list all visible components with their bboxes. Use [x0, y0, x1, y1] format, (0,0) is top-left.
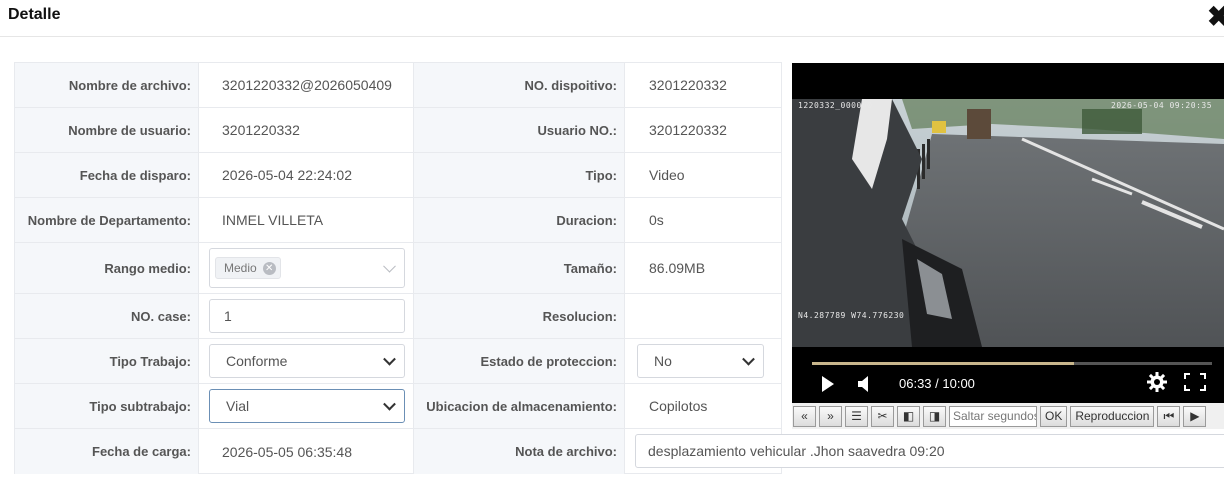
- video-player[interactable]: 1220332_000000 2026-05-04 09:20:35 N4.28…: [792, 63, 1224, 403]
- row-departamento: Nombre de Departamento: INMEL VILLETA Du…: [15, 198, 781, 243]
- rango-medio-select[interactable]: Medio ✕: [209, 248, 405, 288]
- first-button[interactable]: ⏮: [1157, 405, 1181, 427]
- value-nombre-archivo: 3201220332@2026050409: [198, 63, 414, 107]
- label-usuario-no: Usuario NO.:: [414, 108, 624, 152]
- label-resolucion: Resolucion:: [414, 294, 624, 338]
- label-nombre-usuario: Nombre de usuario:: [15, 108, 198, 152]
- tipo-subtrabajo-cell: Vial: [198, 384, 414, 428]
- tipo-subtrabajo-selected: Vial: [226, 398, 250, 414]
- remove-tag-icon[interactable]: ✕: [262, 261, 276, 275]
- rewind-button[interactable]: «: [793, 405, 816, 427]
- row-tipo-subtrabajo: Tipo subtrabajo: Vial Ubicacion de almac…: [15, 384, 781, 429]
- play-icon[interactable]: [822, 376, 834, 392]
- label-tipo: Tipo:: [414, 153, 624, 197]
- label-tamano: Tamaño:: [414, 243, 624, 293]
- row-rango-medio: Rango medio: Medio ✕ Tamaño: 86.09MB: [15, 243, 781, 294]
- time-display: 06:33 / 10:00: [899, 376, 975, 391]
- label-tipo-subtrabajo: Tipo subtrabajo:: [15, 384, 198, 428]
- label-departamento: Nombre de Departamento:: [15, 198, 198, 242]
- value-ubicacion: Copilotos: [624, 384, 781, 428]
- row-nombre-archivo: Nombre de archivo: 3201220332@2026050409…: [15, 63, 781, 108]
- no-case-input[interactable]: 1: [209, 299, 405, 333]
- no-case-cell: 1: [198, 294, 414, 338]
- value-duracion: 0s: [624, 198, 781, 242]
- value-tamano: 86.09MB: [624, 243, 781, 293]
- tipo-subtrabajo-select[interactable]: Vial: [209, 389, 405, 423]
- value-usuario-no: 3201220332: [624, 108, 781, 152]
- chevron-down-icon: [383, 352, 396, 366]
- value-nombre-usuario: 3201220332: [198, 108, 414, 152]
- row-no-case: NO. case: 1 Resolucion:: [15, 294, 781, 339]
- value-fecha-carga: 2026-05-05 06:35:48: [198, 429, 414, 474]
- player-controls: 06:33 / 10:00: [792, 347, 1224, 403]
- label-no-case: NO. case:: [15, 294, 198, 338]
- chevron-down-icon: [383, 259, 396, 273]
- label-tipo-trabajo: Tipo Trabajo:: [15, 339, 198, 383]
- estado-proteccion-select[interactable]: No: [637, 344, 764, 378]
- video-scene: [792, 99, 1224, 347]
- close-icon[interactable]: ✖: [1207, 2, 1224, 32]
- chevron-down-icon: [742, 352, 755, 366]
- label-estado-proteccion: Estado de proteccion:: [414, 339, 624, 383]
- rango-medio-cell: Medio ✕: [198, 243, 414, 293]
- seek-seconds-input[interactable]: Saltar segundos: [949, 405, 1037, 427]
- detail-form: Nombre de archivo: 3201220332@2026050409…: [14, 62, 782, 474]
- playback-button[interactable]: Reproduccion: [1070, 405, 1155, 427]
- rango-medio-tag-label: Medio: [224, 261, 257, 275]
- estado-proteccion-cell: No: [624, 339, 781, 383]
- estado-proteccion-selected: No: [654, 353, 672, 369]
- dialog-header: Detalle ✖: [0, 0, 1224, 37]
- label-fecha-carga: Fecha de carga:: [15, 429, 198, 474]
- row-nombre-usuario: Nombre de usuario: 3201220332 Usuario NO…: [15, 108, 781, 153]
- tipo-trabajo-select[interactable]: Conforme: [209, 344, 405, 378]
- osd-device: 1220332_000000: [798, 101, 873, 110]
- frame-forward-button[interactable]: ◨: [923, 405, 946, 427]
- osd-gps: N4.287789 W74.776230: [798, 311, 905, 320]
- label-rango-medio: Rango medio:: [15, 243, 198, 293]
- list-button[interactable]: ☰: [845, 405, 868, 427]
- nota-archivo-input[interactable]: desplazamiento vehicular .Jhon saavedra …: [635, 434, 1224, 468]
- label-fecha-disparo: Fecha de disparo:: [15, 153, 198, 197]
- value-tipo: Video: [624, 153, 781, 197]
- tipo-trabajo-selected: Conforme: [226, 353, 288, 369]
- label-nota-archivo: Nota de archivo:: [414, 429, 624, 474]
- row-fecha-disparo: Fecha de disparo: 2026-05-04 22:24:02 Ti…: [15, 153, 781, 198]
- dialog-title: Detalle: [8, 6, 61, 23]
- label-no-dispositivo: NO. dispoitivo:: [414, 63, 624, 107]
- value-fecha-disparo: 2026-05-04 22:24:02: [198, 153, 414, 197]
- value-departamento: INMEL VILLETA: [198, 198, 414, 242]
- fullscreen-icon[interactable]: [1184, 373, 1206, 391]
- value-no-dispositivo: 3201220332: [624, 63, 781, 107]
- label-ubicacion: Ubicacion de almacenamiento:: [414, 384, 624, 428]
- next-button[interactable]: ▶: [1183, 405, 1207, 427]
- chevron-down-icon: [383, 397, 396, 411]
- ok-button[interactable]: OK: [1040, 405, 1068, 427]
- player-toolbar: « » ☰ ✂ ◧ ◨ Saltar segundos OK Reproducc…: [792, 403, 1224, 429]
- progress-bar[interactable]: [812, 362, 1212, 365]
- progress-fill: [812, 362, 1074, 365]
- cut-button[interactable]: ✂: [871, 405, 894, 427]
- volume-icon[interactable]: [858, 376, 872, 392]
- rango-medio-tag: Medio ✕: [215, 257, 281, 279]
- tipo-trabajo-cell: Conforme: [198, 339, 414, 383]
- row-tipo-trabajo: Tipo Trabajo: Conforme Estado de protecc…: [15, 339, 781, 384]
- gear-icon[interactable]: [1147, 372, 1167, 392]
- label-duracion: Duracion:: [414, 198, 624, 242]
- value-resolucion: [624, 294, 781, 338]
- frame-back-button[interactable]: ◧: [897, 405, 920, 427]
- fast-forward-button[interactable]: »: [819, 405, 842, 427]
- osd-datetime: 2026-05-04 09:20:35: [1111, 101, 1213, 110]
- video-frame: 1220332_000000 2026-05-04 09:20:35 N4.28…: [792, 99, 1224, 347]
- label-nombre-archivo: Nombre de archivo:: [15, 63, 198, 107]
